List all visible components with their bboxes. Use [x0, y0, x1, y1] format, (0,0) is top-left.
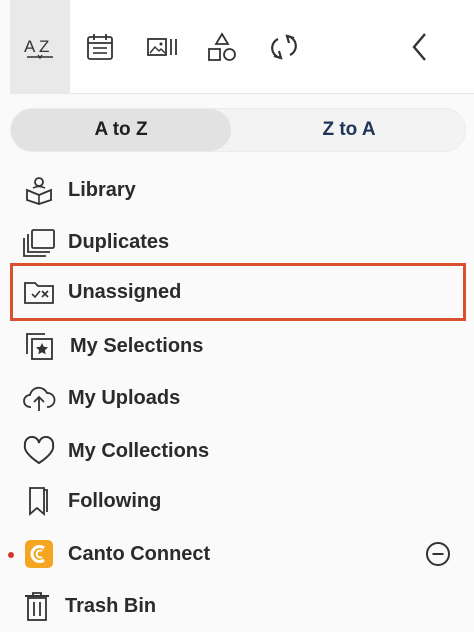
collapse-sidebar-button[interactable]	[398, 0, 442, 94]
selections-star-icon	[22, 329, 56, 363]
sidebar-item-label: Following	[68, 489, 162, 512]
sidebar-item-label: My Collections	[68, 439, 210, 462]
sidebar-item-my-collections[interactable]: My Collections	[10, 428, 466, 474]
sidebar-item-label: Canto Connect	[68, 542, 211, 565]
shapes-icon	[208, 32, 236, 61]
sidebar-item-label: Duplicates	[68, 230, 170, 253]
chevron-left-icon	[412, 33, 426, 61]
sort-toggle: A to Z Z to A	[10, 108, 466, 152]
sidebar-panel: A Z A to Z Z to A Library Duplicates Una…	[0, 0, 474, 632]
shapes-button[interactable]	[200, 0, 244, 94]
bookmark-icon	[22, 484, 56, 518]
canto-connect-icon	[22, 537, 56, 571]
sidebar-item-canto-connect[interactable]: Canto Connect	[8, 531, 466, 577]
sidebar-item-my-uploads[interactable]: My Uploads	[10, 375, 466, 421]
sidebar-item-label: Library	[68, 178, 136, 201]
sidebar-item-label: My Selections	[70, 334, 204, 357]
sidebar-item-my-selections[interactable]: My Selections	[10, 323, 466, 369]
duplicates-icon	[22, 225, 56, 259]
sort-a-to-z-option[interactable]: A to Z	[11, 109, 231, 151]
sidebar-item-unassigned[interactable]: Unassigned	[10, 263, 466, 321]
image-gallery-button[interactable]	[138, 0, 186, 94]
sort-z-to-a-option[interactable]: Z to A	[233, 109, 465, 151]
unassigned-folder-icon	[22, 275, 56, 309]
cloud-upload-icon	[22, 381, 56, 415]
sort-az-icon: A Z	[24, 37, 53, 60]
calendar-button[interactable]	[78, 0, 122, 94]
sidebar-item-label: Trash Bin	[65, 594, 157, 617]
sidebar-item-trash-bin[interactable]: Trash Bin	[10, 583, 466, 629]
sidebar-item-following[interactable]: Following	[10, 478, 466, 524]
heart-icon	[22, 434, 56, 468]
image-gallery-icon	[147, 38, 177, 56]
sort-az-button[interactable]: A Z	[10, 0, 70, 94]
notification-dot	[8, 552, 14, 558]
library-icon	[22, 173, 56, 207]
sidebar-toolbar: A Z	[10, 0, 474, 94]
sync-icon	[271, 34, 297, 60]
sync-button[interactable]	[260, 0, 308, 94]
svg-text:A: A	[24, 37, 36, 56]
calendar-icon	[87, 34, 113, 60]
sidebar-item-label: My Uploads	[68, 386, 181, 409]
trash-icon	[20, 589, 54, 623]
remove-circle-icon[interactable]	[425, 541, 451, 567]
sidebar-item-label: Unassigned	[68, 280, 182, 303]
svg-text:Z: Z	[39, 37, 49, 56]
sidebar-item-library[interactable]: Library	[10, 167, 466, 213]
sidebar-item-duplicates[interactable]: Duplicates	[10, 219, 466, 265]
